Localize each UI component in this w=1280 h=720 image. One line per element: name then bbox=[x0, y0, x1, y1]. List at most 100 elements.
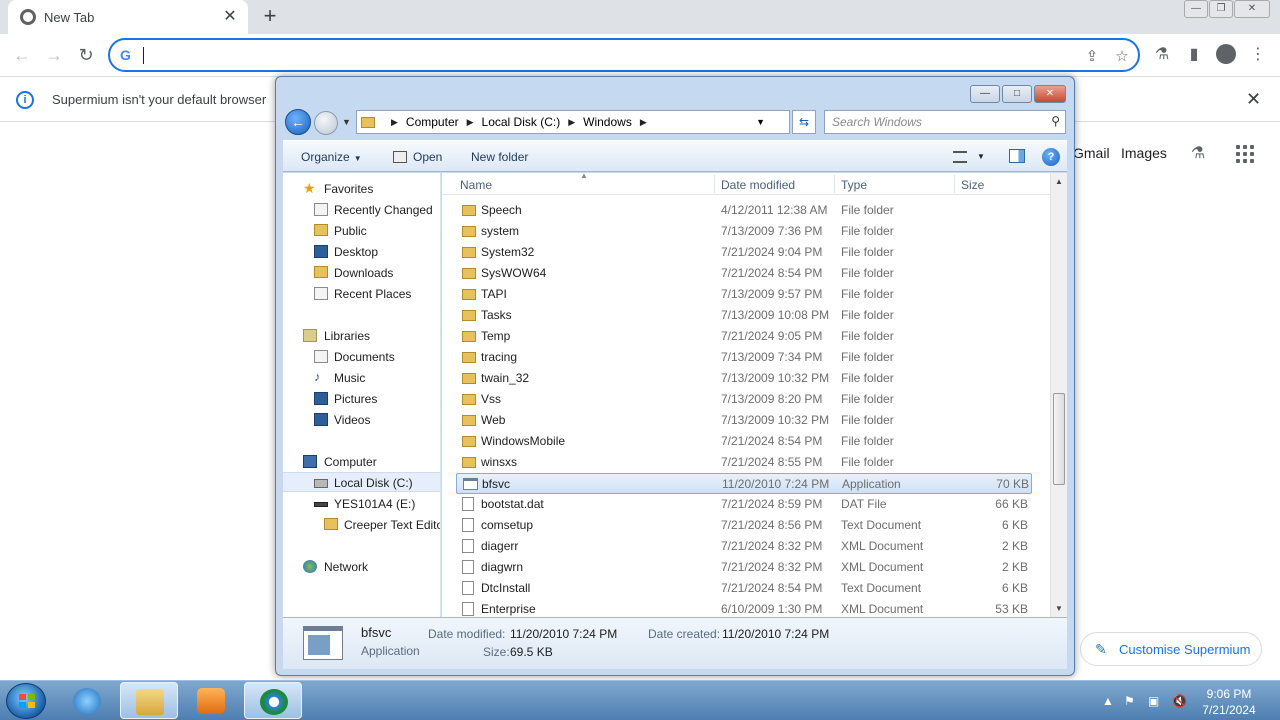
taskbar-ie-button[interactable] bbox=[58, 682, 116, 719]
column-divider[interactable] bbox=[834, 175, 835, 193]
file-row[interactable]: Vss 7/13/2009 8:20 PM File folder bbox=[456, 389, 1032, 410]
file-row[interactable]: WindowsMobile 7/21/2024 8:54 PM File folde… bbox=[456, 431, 1032, 452]
address-dropdown-icon[interactable]: ▼ bbox=[756, 117, 765, 127]
dialog-close-button[interactable]: ✕ bbox=[1034, 85, 1066, 103]
nav-downloads[interactable]: Downloads bbox=[283, 263, 440, 283]
gmail-link[interactable]: Gmail bbox=[1073, 145, 1110, 161]
tray-expand-icon[interactable]: ▲ bbox=[1102, 694, 1114, 708]
file-row[interactable]: System32 7/21/2024 9:04 PM File folder bbox=[456, 242, 1032, 263]
breadcrumb-windows[interactable]: Windows bbox=[583, 115, 632, 129]
taskbar-explorer-button[interactable] bbox=[120, 682, 178, 719]
file-row[interactable]: TAPI 7/13/2009 9:57 PM File folder bbox=[456, 284, 1032, 305]
vertical-scrollbar[interactable]: ▲ ▼ bbox=[1050, 173, 1067, 617]
network-tray-icon[interactable]: ▣ bbox=[1148, 694, 1159, 708]
file-row[interactable]: bfsvc 11/20/2010 7:24 PM Application 70 KB bbox=[456, 473, 1032, 494]
browser-minimize-button[interactable]: — bbox=[1184, 0, 1208, 18]
file-row[interactable]: twain_32 7/13/2009 10:32 PM File folder bbox=[456, 368, 1032, 389]
file-row[interactable]: Temp 7/21/2024 9:05 PM File folder bbox=[456, 326, 1032, 347]
forward-arrow-icon[interactable]: → bbox=[42, 43, 66, 67]
breadcrumb-arrow-icon[interactable]: ▶ bbox=[467, 117, 474, 128]
tab-close-icon[interactable]: ✕ bbox=[222, 9, 238, 25]
column-divider[interactable] bbox=[714, 175, 715, 193]
nav-videos[interactable]: Videos bbox=[283, 410, 440, 430]
tab-new-tab[interactable]: New Tab ✕ bbox=[8, 0, 248, 34]
taskbar-supermium-button[interactable] bbox=[244, 682, 302, 719]
search-icon[interactable]: ⚲ bbox=[1051, 114, 1060, 128]
file-row[interactable]: winsxs 7/21/2024 8:55 PM File folder bbox=[456, 452, 1032, 473]
column-date-modified[interactable]: Date modified bbox=[721, 178, 795, 192]
nav-creeper-folder[interactable]: Creeper Text Edito bbox=[283, 515, 440, 535]
file-row[interactable]: comsetup 7/21/2024 8:56 PM Text Document 6 … bbox=[456, 515, 1032, 536]
new-tab-button[interactable]: + bbox=[258, 5, 282, 29]
breadcrumb-arrow-icon[interactable]: ▶ bbox=[391, 117, 398, 128]
images-link[interactable]: Images bbox=[1121, 145, 1167, 161]
file-row[interactable]: system 7/13/2009 7:36 PM File folder bbox=[456, 221, 1032, 242]
file-row[interactable]: bootstat.dat 7/21/2024 8:59 PM DAT File 66 … bbox=[456, 494, 1032, 515]
browser-close-button[interactable]: ✕ bbox=[1234, 0, 1270, 18]
file-row[interactable]: DtcInstall 7/21/2024 8:54 PM Text Document… bbox=[456, 578, 1032, 599]
nav-usb-drive[interactable]: YES101A4 (E:) bbox=[283, 494, 440, 514]
bookmark-star-icon[interactable]: ☆ bbox=[1112, 47, 1132, 67]
nav-network[interactable]: Network bbox=[283, 557, 440, 577]
history-dropdown-icon[interactable]: ▼ bbox=[342, 117, 351, 127]
open-button[interactable]: Open bbox=[393, 150, 442, 164]
menu-kebab-icon[interactable]: ⋮ bbox=[1246, 43, 1270, 67]
google-apps-icon[interactable] bbox=[1236, 145, 1254, 163]
scroll-up-icon[interactable]: ▲ bbox=[1055, 177, 1063, 186]
share-icon[interactable]: ⇪ bbox=[1082, 47, 1102, 67]
infobar-close-icon[interactable]: ✕ bbox=[1246, 89, 1261, 110]
file-row[interactable]: Speech 4/12/2011 12:38 AM File folder bbox=[456, 200, 1032, 221]
file-row[interactable]: SysWOW64 7/21/2024 8:54 PM File folder bbox=[456, 263, 1032, 284]
volume-muted-icon[interactable]: 🔇 bbox=[1172, 694, 1187, 708]
taskbar-clock[interactable]: 9:06 PM 7/21/2024 bbox=[1190, 686, 1268, 718]
reload-icon[interactable]: ↻ bbox=[74, 43, 98, 67]
labs-icon[interactable]: ⚗ bbox=[1188, 143, 1208, 163]
views-dropdown-icon[interactable]: ▼ bbox=[977, 152, 985, 161]
column-name[interactable]: Name bbox=[460, 178, 492, 192]
file-row[interactable]: tracing 7/13/2009 7:34 PM File folder bbox=[456, 347, 1032, 368]
dialog-maximize-button[interactable]: □ bbox=[1002, 85, 1032, 103]
nav-desktop[interactable]: Desktop bbox=[283, 242, 440, 262]
scrollbar-thumb[interactable] bbox=[1053, 393, 1065, 485]
omnibox[interactable]: G ⇪ ☆ bbox=[108, 38, 1140, 72]
nav-recent-places[interactable]: Recent Places bbox=[283, 284, 440, 304]
start-button[interactable] bbox=[6, 683, 46, 719]
forward-button-icon[interactable] bbox=[314, 111, 338, 135]
nav-public[interactable]: Public bbox=[283, 221, 440, 241]
nav-documents[interactable]: Documents bbox=[283, 347, 440, 367]
scroll-down-icon[interactable]: ▼ bbox=[1055, 604, 1063, 613]
nav-recently-changed[interactable]: Recently Changed bbox=[283, 200, 440, 220]
labs-flask-icon[interactable]: ⚗ bbox=[1150, 43, 1174, 67]
file-row[interactable]: diagwrn 7/21/2024 8:32 PM XML Document 2 KB bbox=[456, 557, 1032, 578]
refresh-icon[interactable]: ⇆ bbox=[792, 110, 816, 134]
taskbar-media-player-button[interactable] bbox=[182, 682, 240, 719]
address-bar[interactable]: ▶ Computer ▶ Local Disk (C:) ▶ Windows ▶… bbox=[356, 110, 790, 134]
nav-local-disk[interactable]: Local Disk (C:) bbox=[283, 472, 440, 492]
column-divider[interactable] bbox=[954, 175, 955, 193]
profile-avatar[interactable] bbox=[1216, 44, 1236, 64]
search-box[interactable]: ⚲ bbox=[824, 110, 1066, 134]
views-icon[interactable] bbox=[953, 151, 967, 163]
column-size[interactable]: Size bbox=[961, 178, 984, 192]
help-icon[interactable]: ? bbox=[1042, 148, 1060, 166]
breadcrumb-local-disk[interactable]: Local Disk (C:) bbox=[482, 115, 561, 129]
back-arrow-icon[interactable]: ← bbox=[10, 43, 34, 67]
breadcrumb-arrow-icon[interactable]: ▶ bbox=[568, 117, 575, 128]
back-button-icon[interactable]: ← bbox=[285, 109, 311, 135]
nav-music[interactable]: ♪ Music bbox=[283, 368, 440, 388]
side-panel-icon[interactable]: ▮ bbox=[1182, 43, 1206, 67]
nav-libraries[interactable]: Libraries bbox=[283, 326, 440, 346]
breadcrumb-computer[interactable]: Computer bbox=[406, 115, 459, 129]
nav-favorites[interactable]: ★ Favorites bbox=[283, 179, 440, 199]
action-center-flag-icon[interactable]: ⚑ bbox=[1124, 694, 1135, 708]
breadcrumb-arrow-icon[interactable]: ▶ bbox=[640, 117, 647, 128]
customise-button[interactable]: ✎ Customise Supermium bbox=[1080, 632, 1262, 666]
nav-computer[interactable]: Computer bbox=[283, 452, 440, 472]
preview-pane-icon[interactable] bbox=[1009, 149, 1025, 163]
new-folder-button[interactable]: New folder bbox=[471, 150, 528, 164]
address-input[interactable] bbox=[142, 44, 1062, 66]
organize-button[interactable]: Organize ▼ bbox=[301, 150, 362, 164]
file-row[interactable]: Tasks 7/13/2009 10:08 PM File folder bbox=[456, 305, 1032, 326]
nav-pictures[interactable]: Pictures bbox=[283, 389, 440, 409]
dialog-minimize-button[interactable]: — bbox=[970, 85, 1000, 103]
